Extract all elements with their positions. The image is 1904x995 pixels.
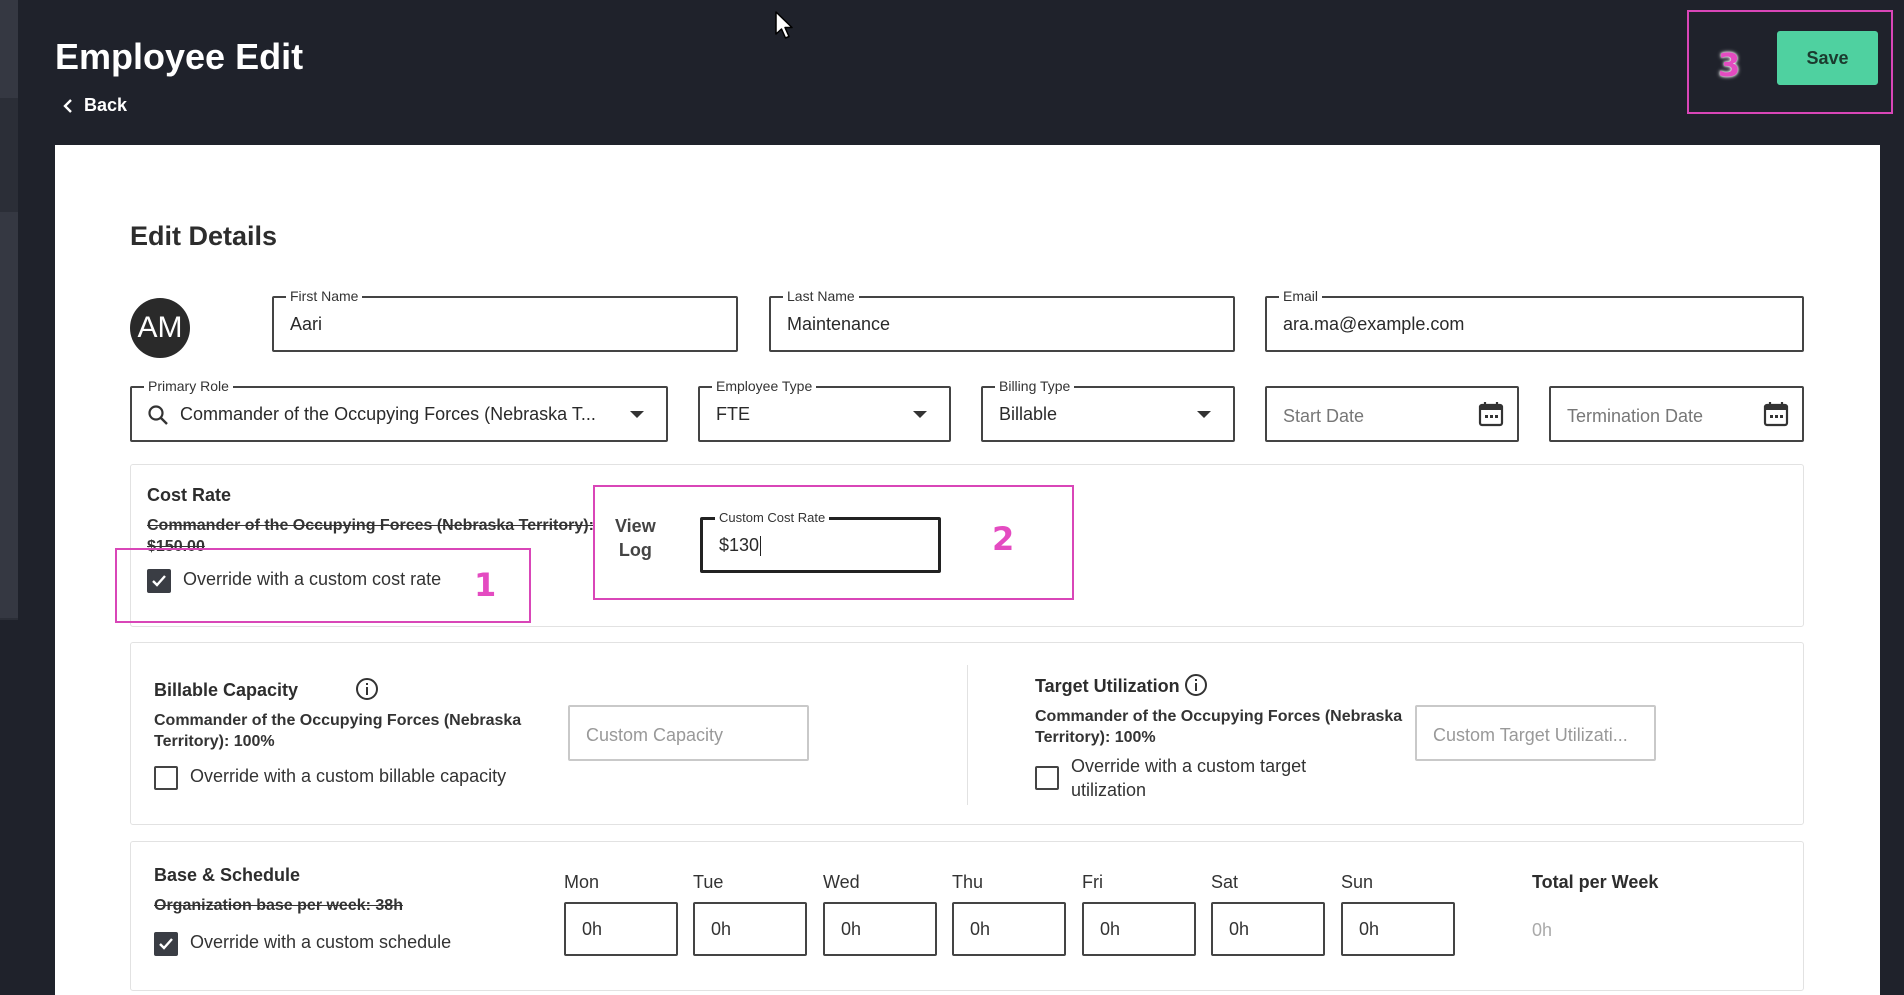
day-input-mon[interactable]: 0h — [564, 902, 678, 956]
day-input-tue[interactable]: 0h — [693, 902, 807, 956]
email-value: ara.ma@example.com — [1283, 314, 1465, 334]
page-title: Employee Edit — [55, 36, 304, 77]
back-link[interactable]: Back — [62, 95, 127, 116]
email-label: Email — [1279, 288, 1323, 304]
target-utilization-default-line1: Commander of the Occupying Forces (Nebra… — [1035, 708, 1403, 725]
annotation-number-1: 1 — [474, 566, 497, 604]
target-utilization-default-line2: Territory): 100% — [1035, 729, 1156, 746]
divider — [967, 665, 968, 805]
billing-type-value: Billable — [999, 404, 1058, 424]
day-label-fri: Fri — [1082, 872, 1103, 892]
mouse-cursor-icon — [775, 11, 793, 39]
section-title: Edit Details — [130, 221, 278, 251]
email-field[interactable]: Email ara.ma@example.com — [1265, 288, 1804, 352]
employee-type-label: Employee Type — [712, 378, 817, 394]
edit-card: Edit Details AM First Name Aari Last Nam… — [55, 145, 1880, 995]
cost-rate-title: Cost Rate — [147, 485, 232, 505]
default-cost-rate-line1: Commander of the Occupying Forces (Nebra… — [147, 517, 594, 534]
override-billable-capacity-checkbox[interactable]: Override with a custom billable capacity — [154, 766, 506, 790]
override-target-utilization-label: Override with a custom target utilizatio… — [1071, 756, 1307, 800]
save-button[interactable]: Save — [1777, 31, 1878, 85]
override-billable-capacity-label: Override with a custom billable capacity — [190, 766, 507, 786]
employee-type-select[interactable]: Employee Type FTE — [698, 378, 951, 442]
day-input-wed[interactable]: 0h — [823, 902, 937, 956]
chevron-down-icon — [1197, 411, 1211, 418]
first-name-label: First Name — [286, 288, 363, 304]
org-base-per-week: Organization base per week: 38h — [154, 897, 403, 914]
day-label-wed: Wed — [823, 872, 860, 892]
last-name-label: Last Name — [783, 288, 859, 304]
custom-capacity-placeholder: Custom Capacity — [586, 725, 724, 745]
chevron-left-icon — [63, 98, 72, 113]
last-name-field[interactable]: Last Name Maintenance — [769, 288, 1235, 352]
schedule-panel: Base & Schedule Organization base per we… — [130, 841, 1804, 991]
billing-type-select[interactable]: Billing Type Billable — [981, 378, 1235, 442]
calendar-icon[interactable] — [1477, 400, 1505, 428]
capacity-panel: Billable Capacity Commander of the Occup… — [130, 642, 1804, 825]
total-per-week-label: Total per Week — [1532, 872, 1659, 892]
search-icon — [148, 405, 168, 425]
billable-capacity-default-line2: Territory): 100% — [154, 733, 275, 750]
start-date-field[interactable]: Start Date — [1265, 386, 1519, 442]
billing-type-label: Billing Type — [995, 378, 1075, 394]
override-target-utilization-checkbox[interactable]: Override with a custom target utilizatio… — [1035, 754, 1306, 802]
annotation-number-2: 2 — [992, 520, 1015, 558]
billable-capacity-title: Billable Capacity — [154, 680, 299, 700]
info-icon[interactable] — [1184, 673, 1208, 697]
override-schedule-checkbox[interactable]: Override with a custom schedule — [154, 932, 451, 956]
primary-role-select[interactable]: Primary Role Commander of the Occupying … — [130, 378, 668, 442]
last-name-value: Maintenance — [787, 314, 891, 334]
schedule-title: Base & Schedule — [154, 865, 301, 885]
custom-target-utilization-input[interactable]: Custom Target Utilizati... — [1415, 705, 1656, 761]
annotation-box-1 — [115, 548, 531, 623]
day-input-sun[interactable]: 0h — [1341, 902, 1455, 956]
day-input-fri[interactable]: 0h — [1082, 902, 1196, 956]
termination-date-placeholder: Termination Date — [1567, 406, 1704, 426]
calendar-icon[interactable] — [1762, 400, 1790, 428]
avatar: AM — [130, 298, 190, 358]
day-input-sat[interactable]: 0h — [1211, 902, 1325, 956]
day-label-mon: Mon — [564, 872, 600, 892]
day-label-sat: Sat — [1211, 872, 1239, 892]
employee-type-value: FTE — [716, 404, 750, 424]
checkbox-unchecked-icon[interactable] — [154, 766, 178, 790]
chevron-down-icon — [913, 411, 927, 418]
checkbox-unchecked-icon[interactable] — [1035, 766, 1059, 790]
day-label-sun: Sun — [1341, 872, 1374, 892]
annotation-number-3: 3 — [1718, 46, 1741, 84]
billable-capacity-default-line1: Commander of the Occupying Forces (Nebra… — [154, 712, 522, 729]
override-schedule-label: Override with a custom schedule — [190, 932, 452, 952]
termination-date-field[interactable]: Termination Date — [1549, 386, 1804, 442]
day-label-thu: Thu — [952, 872, 984, 892]
info-icon[interactable] — [355, 677, 379, 701]
chevron-down-icon — [630, 411, 644, 418]
start-date-placeholder: Start Date — [1283, 406, 1365, 426]
day-input-thu[interactable]: 0h — [952, 902, 1066, 956]
left-edge-segment — [0, 212, 18, 618]
first-name-field[interactable]: First Name Aari — [272, 288, 738, 352]
total-per-week-value: 0h — [1532, 920, 1553, 940]
primary-role-label: Primary Role — [144, 378, 233, 394]
day-label-tue: Tue — [693, 872, 724, 892]
primary-role-value: Commander of the Occupying Forces (Nebra… — [180, 404, 596, 424]
left-edge-segment — [0, 0, 18, 98]
checkbox-checked-icon[interactable] — [154, 932, 178, 956]
custom-capacity-input[interactable]: Custom Capacity — [568, 705, 809, 761]
left-edge-strip — [0, 0, 18, 620]
first-name-value: Aari — [290, 314, 323, 334]
back-label: Back — [84, 95, 128, 115]
target-utilization-title: Target Utilization — [1035, 676, 1180, 696]
custom-target-utilization-placeholder: Custom Target Utilizati... — [1433, 725, 1628, 745]
